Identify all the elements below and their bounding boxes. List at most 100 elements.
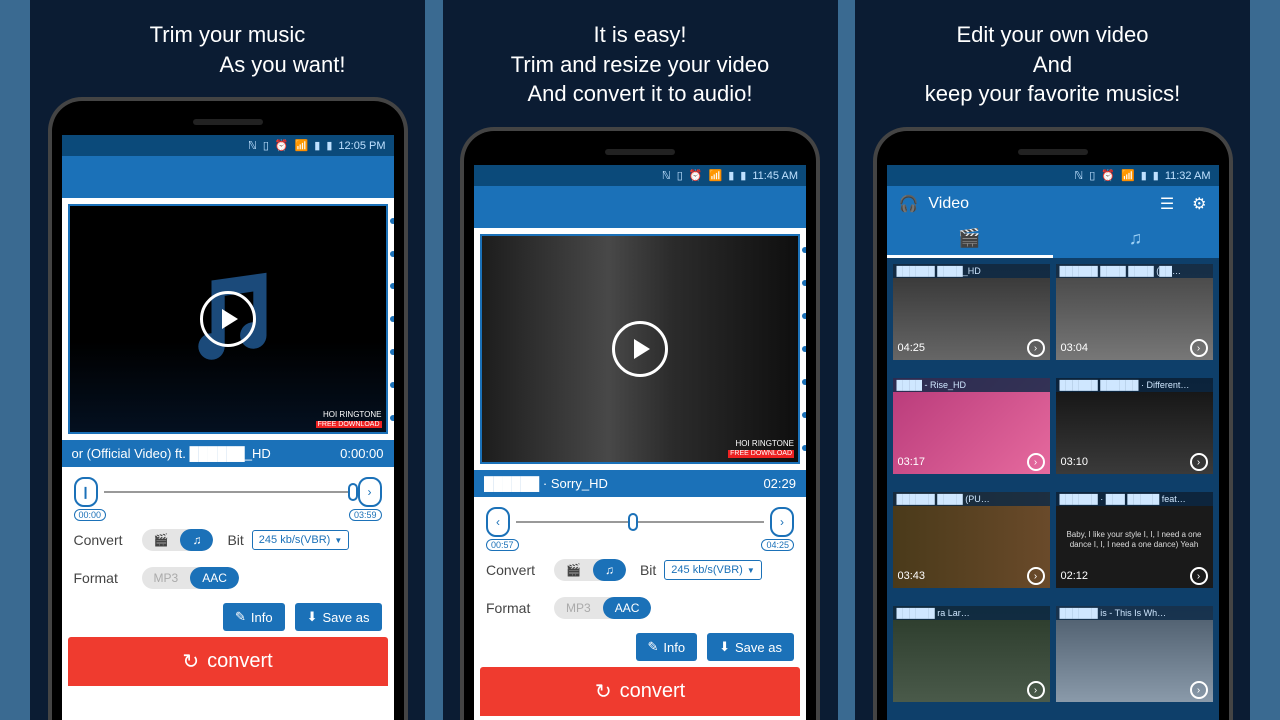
play-icon <box>222 309 238 329</box>
status-time: 12:05 PM <box>338 140 385 152</box>
trim-track[interactable] <box>516 521 764 523</box>
video-thumb[interactable]: Baby, I like your style I, I, I need a o… <box>1056 492 1213 588</box>
phone-frame: ℕ ▯ ⏰ 📶 ▮ ▮ 11:45 AM HOI RINGTONE FREE D <box>460 127 820 720</box>
trim-times: 00:00 03:59 <box>62 509 394 521</box>
video-thumb[interactable]: ██████ is - This Is Wh… › <box>1056 606 1213 702</box>
thumb-open-icon[interactable]: › <box>1027 567 1045 585</box>
media-preview[interactable]: HOI RINGTONE FREE DOWNLOAD <box>68 204 388 434</box>
trim-playhead[interactable] <box>628 513 638 531</box>
thumb-open-icon[interactable]: › <box>1027 453 1045 471</box>
thumb-open-icon[interactable]: › <box>1190 339 1208 357</box>
status-bar: ℕ ▯ ⏰ 📶 ▮ ▮ 11:45 AM <box>474 165 806 186</box>
refresh-icon: ↻ <box>182 649 199 674</box>
format-aac[interactable]: AAC <box>190 567 239 589</box>
headline: Edit your own video And keep your favori… <box>915 0 1191 119</box>
save-label: Save as <box>735 640 782 655</box>
trim-slider[interactable]: ‹ › <box>474 497 806 539</box>
battery-icon: ▮ <box>1153 169 1159 182</box>
convert-label: Convert <box>74 532 134 548</box>
bitrate-select[interactable]: 245 kb/s(VBR) ▼ <box>252 530 349 550</box>
audio-mode-icon[interactable]: ♫ <box>180 529 213 551</box>
media-preview[interactable]: HOI RINGTONE FREE DOWNLOAD <box>480 234 800 464</box>
convert-label: Convert <box>486 562 546 578</box>
video-grid[interactable]: ██████ ████_HD04:25›██████ ████ ████ (██… <box>887 258 1219 720</box>
info-button[interactable]: ✎ Info <box>223 603 285 631</box>
headline-line-3: And convert it to audio! <box>511 79 769 109</box>
headline-line-1: Trim your music <box>110 20 346 50</box>
headphones-icon[interactable]: 🎧 <box>899 194 919 214</box>
list-icon[interactable]: ☰ <box>1160 194 1174 214</box>
thumb-footer: 03:10 › <box>1056 450 1213 474</box>
tab-music[interactable]: ♫ <box>1053 222 1219 258</box>
bit-label: Bit <box>227 532 243 548</box>
video-thumb[interactable]: ██████ ra Lar…› <box>893 606 1050 702</box>
trim-start-handle[interactable]: ‹ <box>486 507 510 537</box>
video-mode-icon[interactable]: 🎬 <box>554 559 593 581</box>
thumb-open-icon[interactable]: › <box>1190 453 1208 471</box>
format-aac[interactable]: AAC <box>603 597 652 619</box>
ringtone-free: FREE DOWNLOAD <box>728 450 794 458</box>
convert-button[interactable]: ↻ convert <box>68 637 388 686</box>
thumb-caption: ██████ is - This Is Wh… <box>1056 606 1213 620</box>
nfc-icon: ℕ <box>662 169 671 182</box>
format-row: Format MP3 AAC <box>474 589 806 627</box>
bitrate-select[interactable]: 245 kb/s(VBR) ▼ <box>664 560 761 580</box>
trim-track[interactable] <box>104 491 352 493</box>
app-header <box>62 156 394 198</box>
video-thumb[interactable]: ██████ ████ ████ (██…03:04› <box>1056 264 1213 360</box>
trim-end-handle-indicator[interactable] <box>348 483 358 501</box>
format-mp3[interactable]: MP3 <box>554 597 603 619</box>
thumb-duration: 03:10 <box>1061 456 1089 468</box>
settings-icon[interactable]: ⚙ <box>1192 194 1206 214</box>
format-toggle[interactable]: MP3 AAC <box>142 567 239 589</box>
video-thumb[interactable]: ████ - Rise_HD03:17› <box>893 378 1050 474</box>
battery-icon: ▮ <box>326 139 332 152</box>
phone-speaker <box>193 119 263 125</box>
thumb-footer: 03:17› <box>893 450 1050 474</box>
ringtone-free: FREE DOWNLOAD <box>316 421 382 429</box>
vibrate-icon: ▯ <box>1089 169 1095 182</box>
trim-end-time: 03:59 <box>349 509 382 521</box>
chevron-down-icon: ▼ <box>334 536 342 545</box>
trim-end-handle[interactable]: › <box>358 477 382 507</box>
thumb-open-icon[interactable]: › <box>1027 339 1045 357</box>
signal-icon: ▮ <box>1141 169 1147 182</box>
chevron-down-icon: ▼ <box>747 566 755 575</box>
play-button[interactable] <box>200 291 256 347</box>
download-icon: ⬇ <box>719 639 730 655</box>
thumb-open-icon[interactable]: › <box>1190 681 1208 699</box>
play-button[interactable] <box>612 321 668 377</box>
phone-screen: ℕ ▯ ⏰ 📶 ▮ ▮ 12:05 PM HOI RIN <box>62 135 394 720</box>
video-thumb[interactable]: ██████ ████_HD04:25› <box>893 264 1050 360</box>
headline-line-2: And <box>925 50 1181 80</box>
convert-mode-toggle[interactable]: 🎬 ♫ <box>554 559 626 581</box>
save-as-button[interactable]: ⬇ Save as <box>707 633 794 661</box>
video-thumb[interactable]: ██████ ██████ · Different…03:10› <box>1056 378 1213 474</box>
save-as-button[interactable]: ⬇ Save as <box>295 603 382 631</box>
edit-icon: ✎ <box>648 639 659 655</box>
thumb-open-icon[interactable]: › <box>1190 567 1208 585</box>
side-dots <box>390 204 394 434</box>
thumb-open-icon[interactable]: › <box>1027 681 1045 699</box>
nfc-icon: ℕ <box>248 139 257 152</box>
player-wrap: HOI RINGTONE FREE DOWNLOAD <box>474 228 806 470</box>
video-thumb[interactable]: ██████ ████ (PU…03:43› <box>893 492 1050 588</box>
status-bar: ℕ ▯ ⏰ 📶 ▮ ▮ 11:32 AM <box>887 165 1219 186</box>
headline-line-2: As you want! <box>110 50 346 80</box>
convert-mode-toggle[interactable]: 🎬 ♫ <box>142 529 214 551</box>
convert-button[interactable]: ↻ convert <box>480 667 800 716</box>
thumb-duration: 02:12 <box>1061 570 1089 582</box>
library-tabs: 🎬 ♫ <box>887 222 1219 258</box>
format-mp3[interactable]: MP3 <box>142 567 191 589</box>
battery-icon: ▮ <box>740 169 746 182</box>
audio-mode-icon[interactable]: ♫ <box>593 559 626 581</box>
thumb-footer: 03:04› <box>1056 336 1213 360</box>
trim-slider[interactable]: ❙ › <box>62 467 394 509</box>
tab-video[interactable]: 🎬 <box>887 222 1053 258</box>
info-button[interactable]: ✎ Info <box>636 633 698 661</box>
trim-start-handle[interactable]: ❙ <box>74 477 98 507</box>
thumb-footer: 02:12 › <box>1056 564 1213 588</box>
format-toggle[interactable]: MP3 AAC <box>554 597 651 619</box>
video-mode-icon[interactable]: 🎬 <box>142 529 181 551</box>
trim-end-handle[interactable]: › <box>770 507 794 537</box>
